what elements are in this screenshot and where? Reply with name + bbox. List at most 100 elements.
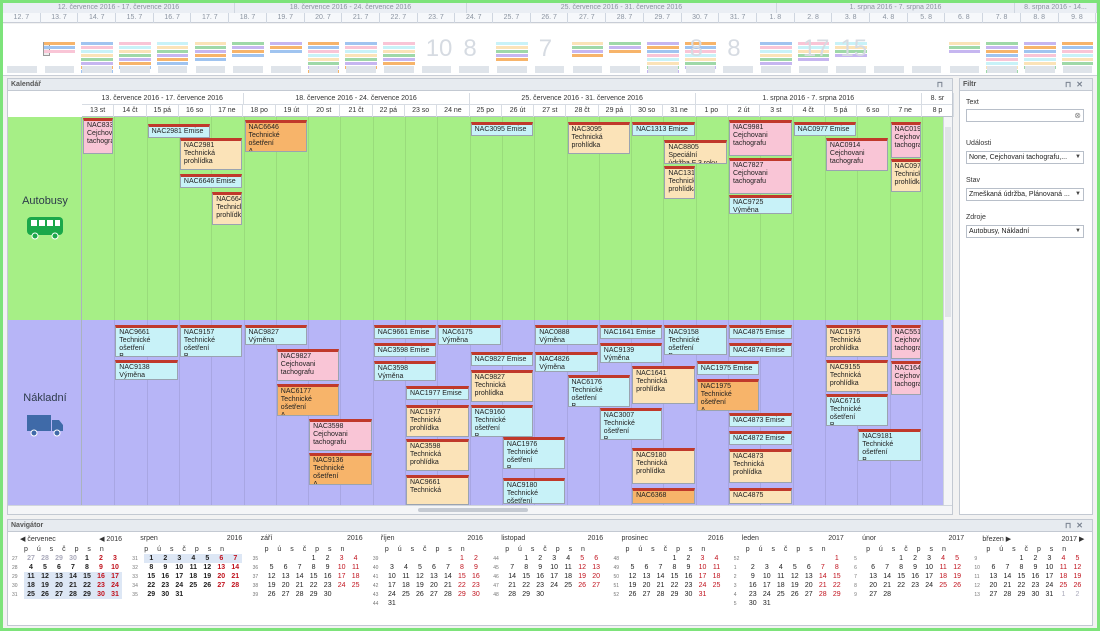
appointment[interactable]: NAC6646 Technické ošetření A (244, 120, 308, 152)
horizontal-scrollbar[interactable] (8, 505, 952, 514)
day-cell[interactable]: 20 (214, 572, 228, 581)
overview-day[interactable]: 23. 7 (418, 13, 456, 23)
day-cell[interactable]: 7 (293, 563, 307, 572)
calendar-day-header[interactable]: 21 čt (340, 105, 373, 117)
day-cell[interactable]: 1 (894, 554, 908, 563)
day-cell[interactable]: 14 (1000, 572, 1014, 581)
day-cell[interactable]: 18 (936, 572, 950, 581)
day-cell[interactable]: 23 (746, 590, 760, 599)
day-cell[interactable]: 28 (654, 590, 668, 599)
day-cell[interactable]: 29 (1014, 590, 1028, 599)
vertical-scrollbar[interactable] (943, 117, 952, 505)
day-cell[interactable]: 22 (307, 581, 321, 590)
day-cell[interactable]: 17 (172, 572, 186, 581)
appointment[interactable]: NAC9661 Technická (406, 475, 469, 505)
day-cell[interactable]: 22 (455, 581, 469, 590)
appointment[interactable]: NAC9827 Emise (470, 352, 534, 366)
appointment[interactable]: NAC1976 Technické ošetření B (502, 437, 566, 469)
overview-day[interactable]: 21. 7 (342, 13, 380, 23)
day-cell[interactable]: 21 (816, 581, 830, 590)
day-cell[interactable]: 27 (52, 590, 66, 599)
appointment[interactable]: NAC2981 Emise (147, 124, 211, 138)
overview-day[interactable]: 7. 8 (983, 13, 1021, 23)
day-cell[interactable]: 20 (640, 581, 654, 590)
day-cell[interactable]: 9 (469, 563, 483, 572)
appointment[interactable]: NAC1313 Technická prohlídka (664, 166, 695, 199)
day-cell[interactable]: 2 (746, 563, 760, 572)
day-cell[interactable]: 5 (1070, 554, 1084, 563)
day-cell[interactable]: 14 (228, 563, 242, 572)
pin-icon[interactable]: ⊓ (937, 79, 948, 91)
overview-day[interactable]: 16. 7 (154, 13, 192, 23)
horizontal-scroll-thumb[interactable] (418, 508, 528, 512)
day-cell[interactable]: 10 (922, 563, 936, 572)
day-cell[interactable]: 31 (108, 590, 122, 599)
month-name[interactable]: leden (742, 535, 759, 542)
appointment[interactable]: NAC1313 Emise (632, 122, 695, 136)
appointment[interactable]: NAC9138 Výměna oleje v motoru (115, 360, 178, 380)
appointment[interactable]: NAC9160 Technické ošetření B (470, 405, 534, 437)
appointment[interactable]: NAC5517 Cejchovani tachografu (890, 325, 921, 359)
day-cell[interactable]: 5 (788, 563, 802, 572)
calendar-day-header[interactable]: 30 so (631, 105, 664, 117)
day-cell[interactable]: 23 (158, 581, 172, 590)
day-cell[interactable]: 27 (589, 581, 603, 590)
day-cell[interactable]: 8 (307, 563, 321, 572)
day-cell[interactable]: 29 (52, 554, 66, 563)
day-cell[interactable]: 18 (186, 572, 200, 581)
day-cell[interactable]: 10 (547, 563, 561, 572)
overview-day[interactable]: 3. 8 (832, 13, 871, 23)
appointment[interactable]: NAC0977 Technická prohlídka (890, 159, 921, 192)
appointment[interactable]: NAC1641 Technická prohlídka (632, 366, 695, 404)
day-cell[interactable]: 15 (307, 572, 321, 581)
day-cell[interactable]: 24 (760, 590, 774, 599)
day-cell[interactable]: 22 (894, 581, 908, 590)
day-cell[interactable]: 18 (561, 572, 575, 581)
text-filter-input[interactable]: ⊗ (966, 109, 1084, 122)
day-cell[interactable]: 31 (385, 599, 399, 608)
day-cell[interactable]: 22 (668, 581, 682, 590)
state-select[interactable]: Zmeškaná údržba, Plánovaná ... ▼ (966, 188, 1084, 201)
day-cell[interactable]: 15 (894, 572, 908, 581)
day-cell[interactable]: 20 (866, 581, 880, 590)
calendar-day-header[interactable]: 15 pá (147, 105, 179, 117)
appointment[interactable]: NAC1641 Cejchovani tachografu (890, 361, 921, 395)
day-cell[interactable]: 15 (519, 572, 533, 581)
day-cell[interactable]: 23 (1028, 581, 1042, 590)
day-cell[interactable]: 13 (866, 572, 880, 581)
day-cell[interactable]: 8 (455, 563, 469, 572)
calendar-day-header[interactable]: 14 čt (114, 105, 147, 117)
appointment[interactable]: NAC1977 Technická prohlídka (406, 405, 469, 437)
overview-day[interactable]: 5. 8 (908, 13, 946, 23)
appointment[interactable]: NAC9136 Technické ošetření A (309, 453, 372, 485)
calendar-day-header[interactable]: 20 st (308, 105, 341, 117)
overview-day[interactable]: 6. 8 (946, 13, 984, 23)
day-cell[interactable]: 6 (214, 554, 229, 563)
day-cell[interactable]: 29 (307, 590, 321, 599)
day-cell[interactable]: 9 (682, 563, 696, 572)
day-cell[interactable]: 1 (455, 554, 469, 563)
day-cell[interactable]: 11 (186, 563, 200, 572)
day-cell[interactable]: 13 (279, 572, 293, 581)
month-year[interactable]: 2016 (588, 535, 604, 542)
day-cell[interactable]: 19 (265, 581, 279, 590)
day-cell[interactable]: 24 (547, 581, 561, 590)
day-cell[interactable]: 25 (186, 581, 200, 590)
day-cell[interactable]: 8 (1014, 563, 1028, 572)
calendar-day-header[interactable]: 23 so (405, 105, 438, 117)
day-cell[interactable]: 5 (413, 563, 427, 572)
month-year[interactable]: 2016 (467, 535, 483, 542)
day-cell[interactable]: 27 (279, 590, 293, 599)
appointment[interactable]: NAC6716 Technické ošetření B (825, 394, 889, 426)
day-cell[interactable]: 25 (24, 590, 38, 599)
day-cell[interactable]: 11 (24, 572, 38, 581)
overview-day[interactable]: 31. 7 (719, 13, 757, 23)
day-cell[interactable]: 4 (561, 554, 575, 563)
day-cell[interactable]: 1 (668, 554, 682, 563)
day-cell[interactable]: 25 (1056, 581, 1070, 590)
day-cell[interactable]: 2 (94, 554, 108, 563)
calendar-day-header[interactable]: 7 ne (890, 105, 922, 117)
day-cell[interactable]: 12 (413, 572, 427, 581)
overview-day[interactable]: 24. 7 (455, 13, 494, 23)
appointment[interactable]: NAC9981 Cejchovani tachografu (729, 120, 792, 156)
